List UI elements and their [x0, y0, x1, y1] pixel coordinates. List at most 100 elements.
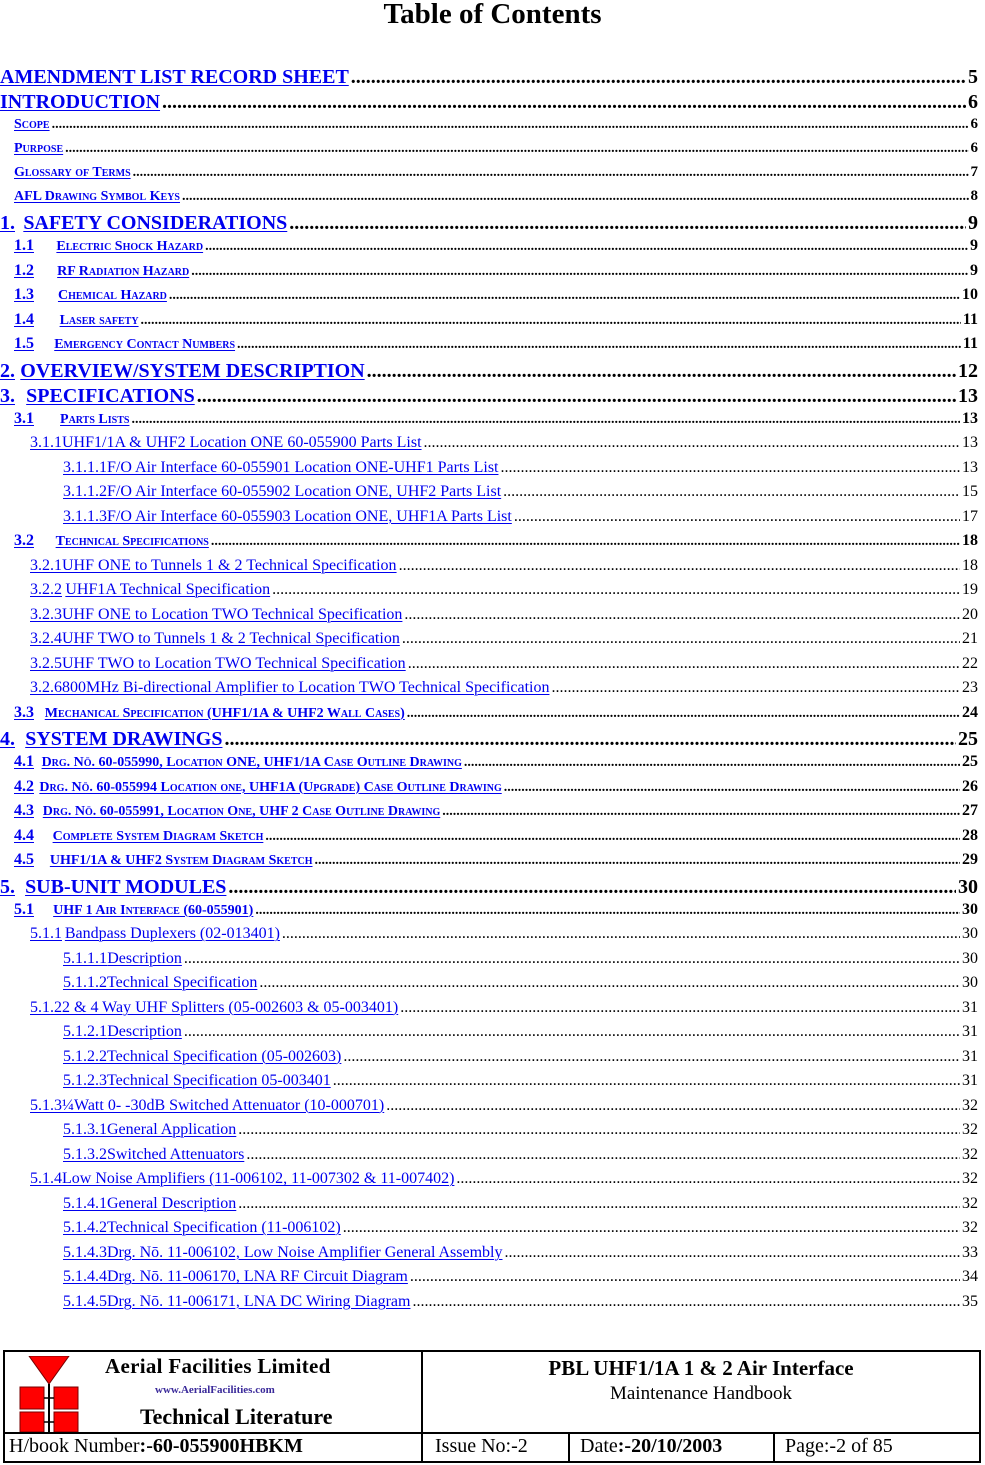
- toc-link[interactable]: Description: [107, 950, 182, 968]
- toc-number[interactable]: 4.: [0, 728, 25, 751]
- toc-number[interactable]: 5.1.4.1: [63, 1195, 107, 1213]
- toc-entry[interactable]: 3.1.1 UHF1/1A & UHF2 Location ONE 60-0559…: [0, 434, 978, 459]
- toc-entry[interactable]: 3.2.6 800MHz Bi-directional Amplifier to …: [0, 679, 978, 704]
- toc-link[interactable]: Low Noise Amplifiers (11-006102, 11-0073…: [62, 1170, 454, 1188]
- toc-link[interactable]: Purpose: [14, 141, 63, 157]
- toc-entry[interactable]: 5.SUB-UNIT MODULES 30: [0, 876, 978, 901]
- toc-entry[interactable]: 4.4Complete System Diagram Sketch 28: [0, 827, 978, 852]
- toc-number[interactable]: 1.3: [14, 286, 58, 304]
- toc-entry[interactable]: 3.1.1.2 F/O Air Interface 60-055902 Locat…: [0, 483, 978, 508]
- toc-link[interactable]: SAFETY CONSIDERATIONS: [23, 212, 287, 235]
- toc-number[interactable]: 5.1.4.5: [63, 1293, 107, 1311]
- toc-entry[interactable]: 1.1Electric Shock Hazard 9: [0, 237, 978, 262]
- toc-number[interactable]: 5.1.2.1: [63, 1023, 107, 1041]
- toc-link[interactable]: Technical Specification: [107, 974, 257, 992]
- toc-entry[interactable]: 5.1.2 2 & 4 Way UHF Splitters (05-002603 …: [0, 999, 978, 1024]
- toc-number[interactable]: 5.1.3.1: [63, 1121, 107, 1139]
- toc-link[interactable]: AFL Drawing Symbol Keys: [14, 189, 180, 205]
- toc-number[interactable]: 3.2.3: [30, 606, 62, 624]
- toc-entry[interactable]: 4.SYSTEM DRAWINGS 25: [0, 728, 978, 753]
- toc-link[interactable]: UHF TWO to Tunnels 1 & 2 Technical Speci…: [62, 630, 400, 648]
- toc-entry[interactable]: 5.1.1.2Technical Specification 30: [0, 974, 978, 999]
- toc-link[interactable]: Technical Specification (11-006102): [107, 1219, 341, 1237]
- toc-entry[interactable]: 1.4Laser safety 11: [0, 311, 978, 336]
- toc-entry[interactable]: 3.2Technical Specifications 18: [0, 532, 978, 557]
- toc-number[interactable]: 3.1: [14, 410, 60, 428]
- toc-entry[interactable]: 3.3 Mechanical Specification (UHF1/1A & U…: [0, 704, 978, 729]
- toc-number[interactable]: 4.5: [14, 851, 50, 869]
- toc-entry[interactable]: 4.2 Drg. Nō. 60-055994 Location one, UHF1…: [0, 778, 978, 803]
- toc-number[interactable]: 5.1: [14, 901, 53, 919]
- toc-entry[interactable]: 5.1.4.5 Drg. Nō. 11-006171, LNA DC Wiring…: [0, 1293, 978, 1318]
- toc-number[interactable]: 5.1.2: [30, 999, 62, 1017]
- toc-number[interactable]: 3.2.6: [30, 679, 62, 697]
- toc-number[interactable]: 1.2: [14, 262, 57, 280]
- toc-link[interactable]: UHF1/1A & UHF2 System Diagram Sketch: [50, 853, 313, 869]
- toc-link[interactable]: RF Radiation Hazard: [57, 264, 189, 280]
- toc-entry[interactable]: 1.SAFETY CONSIDERATIONS 9: [0, 212, 978, 237]
- toc-entry[interactable]: 5.1UHF 1 Air Interface (60-055901) 30: [0, 901, 978, 926]
- toc-link[interactable]: UHF1A Technical Specification: [65, 581, 270, 599]
- toc-entry[interactable]: 4.1 Drg. Nō. 60-055990, Location ONE, UHF…: [0, 753, 978, 778]
- toc-entry[interactable]: 5.1.1.1Description 30: [0, 950, 978, 975]
- toc-number[interactable]: 5.1.4.2: [63, 1219, 107, 1237]
- toc-number[interactable]: 4.2: [14, 778, 39, 796]
- toc-link[interactable]: General Description: [107, 1195, 236, 1213]
- toc-number[interactable]: 3.2: [14, 532, 56, 550]
- toc-entry[interactable]: 3.2.2UHF1A Technical Specification 19: [0, 581, 978, 606]
- toc-link[interactable]: OVERVIEW/SYSTEM DESCRIPTION: [20, 360, 364, 383]
- toc-number[interactable]: 5.1.2.3: [63, 1072, 107, 1090]
- toc-entry[interactable]: 3.1.1.1 F/O Air Interface 60-055901 Locat…: [0, 459, 978, 484]
- toc-number[interactable]: 5.1.4.3: [63, 1244, 107, 1262]
- toc-number[interactable]: 3.1.1.3: [63, 508, 107, 526]
- toc-entry[interactable]: 5.1.3.2Switched Attenuators 32: [0, 1146, 978, 1171]
- toc-link[interactable]: UHF ONE to Tunnels 1 & 2 Technical Speci…: [62, 557, 397, 575]
- toc-entry[interactable]: 3.1Parts Lists 13: [0, 410, 978, 435]
- toc-number[interactable]: 5.1.1: [30, 925, 65, 943]
- toc-number[interactable]: 1.: [0, 212, 23, 235]
- toc-number[interactable]: 3.1.1: [30, 434, 62, 452]
- toc-link[interactable]: SYSTEM DRAWINGS: [25, 728, 222, 751]
- toc-link[interactable]: Description: [107, 1023, 182, 1041]
- toc-entry[interactable]: 4.5UHF1/1A & UHF2 System Diagram Sketch 2…: [0, 851, 978, 876]
- toc-number[interactable]: 3.2.5: [30, 655, 62, 673]
- toc-entry[interactable]: AMENDMENT LIST RECORD SHEET 5: [0, 66, 978, 91]
- toc-link[interactable]: ¼Watt 0- -30dB Switched Attenuator (10-0…: [62, 1097, 384, 1115]
- toc-number[interactable]: 5.1.3: [30, 1097, 62, 1115]
- toc-link[interactable]: Drg. Nō. 11-006170, LNA RF Circuit Diagr…: [107, 1268, 408, 1286]
- toc-entry[interactable]: 3.2.3 UHF ONE to Location TWO Technical S…: [0, 606, 978, 631]
- toc-entry[interactable]: 5.1.4.2 Technical Specification (11-00610…: [0, 1219, 978, 1244]
- toc-link[interactable]: 800MHz Bi-directional Amplifier to Locat…: [62, 679, 549, 697]
- toc-link[interactable]: SUB-UNIT MODULES: [25, 876, 226, 899]
- toc-link[interactable]: F/O Air Interface 60-055902 Location ONE…: [107, 483, 501, 501]
- toc-number[interactable]: 4.3: [14, 802, 43, 820]
- toc-link[interactable]: Switched Attenuators: [107, 1146, 244, 1164]
- toc-link[interactable]: Parts Lists: [60, 412, 129, 428]
- toc-number[interactable]: 4.4: [14, 827, 53, 845]
- toc-number[interactable]: 2.: [0, 360, 20, 383]
- toc-entry[interactable]: 3.SPECIFICATIONS 13: [0, 385, 978, 410]
- toc-entry[interactable]: 5.1.2.3 Technical Specification 05-003401…: [0, 1072, 978, 1097]
- toc-link[interactable]: Drg. Nō. 11-006171, LNA DC Wiring Diagra…: [107, 1293, 410, 1311]
- toc-link[interactable]: Bandpass Duplexers (02-013401): [65, 925, 280, 943]
- toc-number[interactable]: 5.1.1.2: [63, 974, 107, 992]
- toc-link[interactable]: Scope: [14, 117, 50, 133]
- toc-number[interactable]: 5.1.4.4: [63, 1268, 107, 1286]
- toc-link[interactable]: Drg. Nō. 60-055994 Location one, UHF1A (…: [39, 780, 501, 796]
- toc-link[interactable]: UHF TWO to Location TWO Technical Specif…: [62, 655, 406, 673]
- toc-entry[interactable]: 5.1.4.4 Drg. Nō. 11-006170, LNA RF Circui…: [0, 1268, 978, 1293]
- toc-entry[interactable]: 5.1.2.2 Technical Specification (05-00260…: [0, 1048, 978, 1073]
- toc-entry[interactable]: Scope 6: [0, 116, 978, 140]
- toc-entry[interactable]: 3.1.1.3 F/O Air Interface 60-055903 Locat…: [0, 508, 978, 533]
- toc-entry[interactable]: Purpose 6: [0, 140, 978, 164]
- toc-entry[interactable]: 3.2.4 UHF TWO to Tunnels 1 & 2 Technical …: [0, 630, 978, 655]
- toc-number[interactable]: 4.1: [14, 753, 42, 771]
- toc-number[interactable]: 5.1.3.2: [63, 1146, 107, 1164]
- toc-link[interactable]: UHF ONE to Location TWO Technical Specif…: [62, 606, 402, 624]
- toc-number[interactable]: 1.4: [14, 311, 60, 329]
- toc-link[interactable]: Electric Shock Hazard: [56, 239, 203, 255]
- toc-link[interactable]: 2 & 4 Way UHF Splitters (05-002603 & 05-…: [62, 999, 398, 1017]
- toc-link[interactable]: F/O Air Interface 60-055903 Location ONE…: [107, 508, 512, 526]
- toc-link[interactable]: Glossary of Terms: [14, 165, 131, 181]
- toc-link[interactable]: F/O Air Interface 60-055901 Location ONE…: [107, 459, 498, 477]
